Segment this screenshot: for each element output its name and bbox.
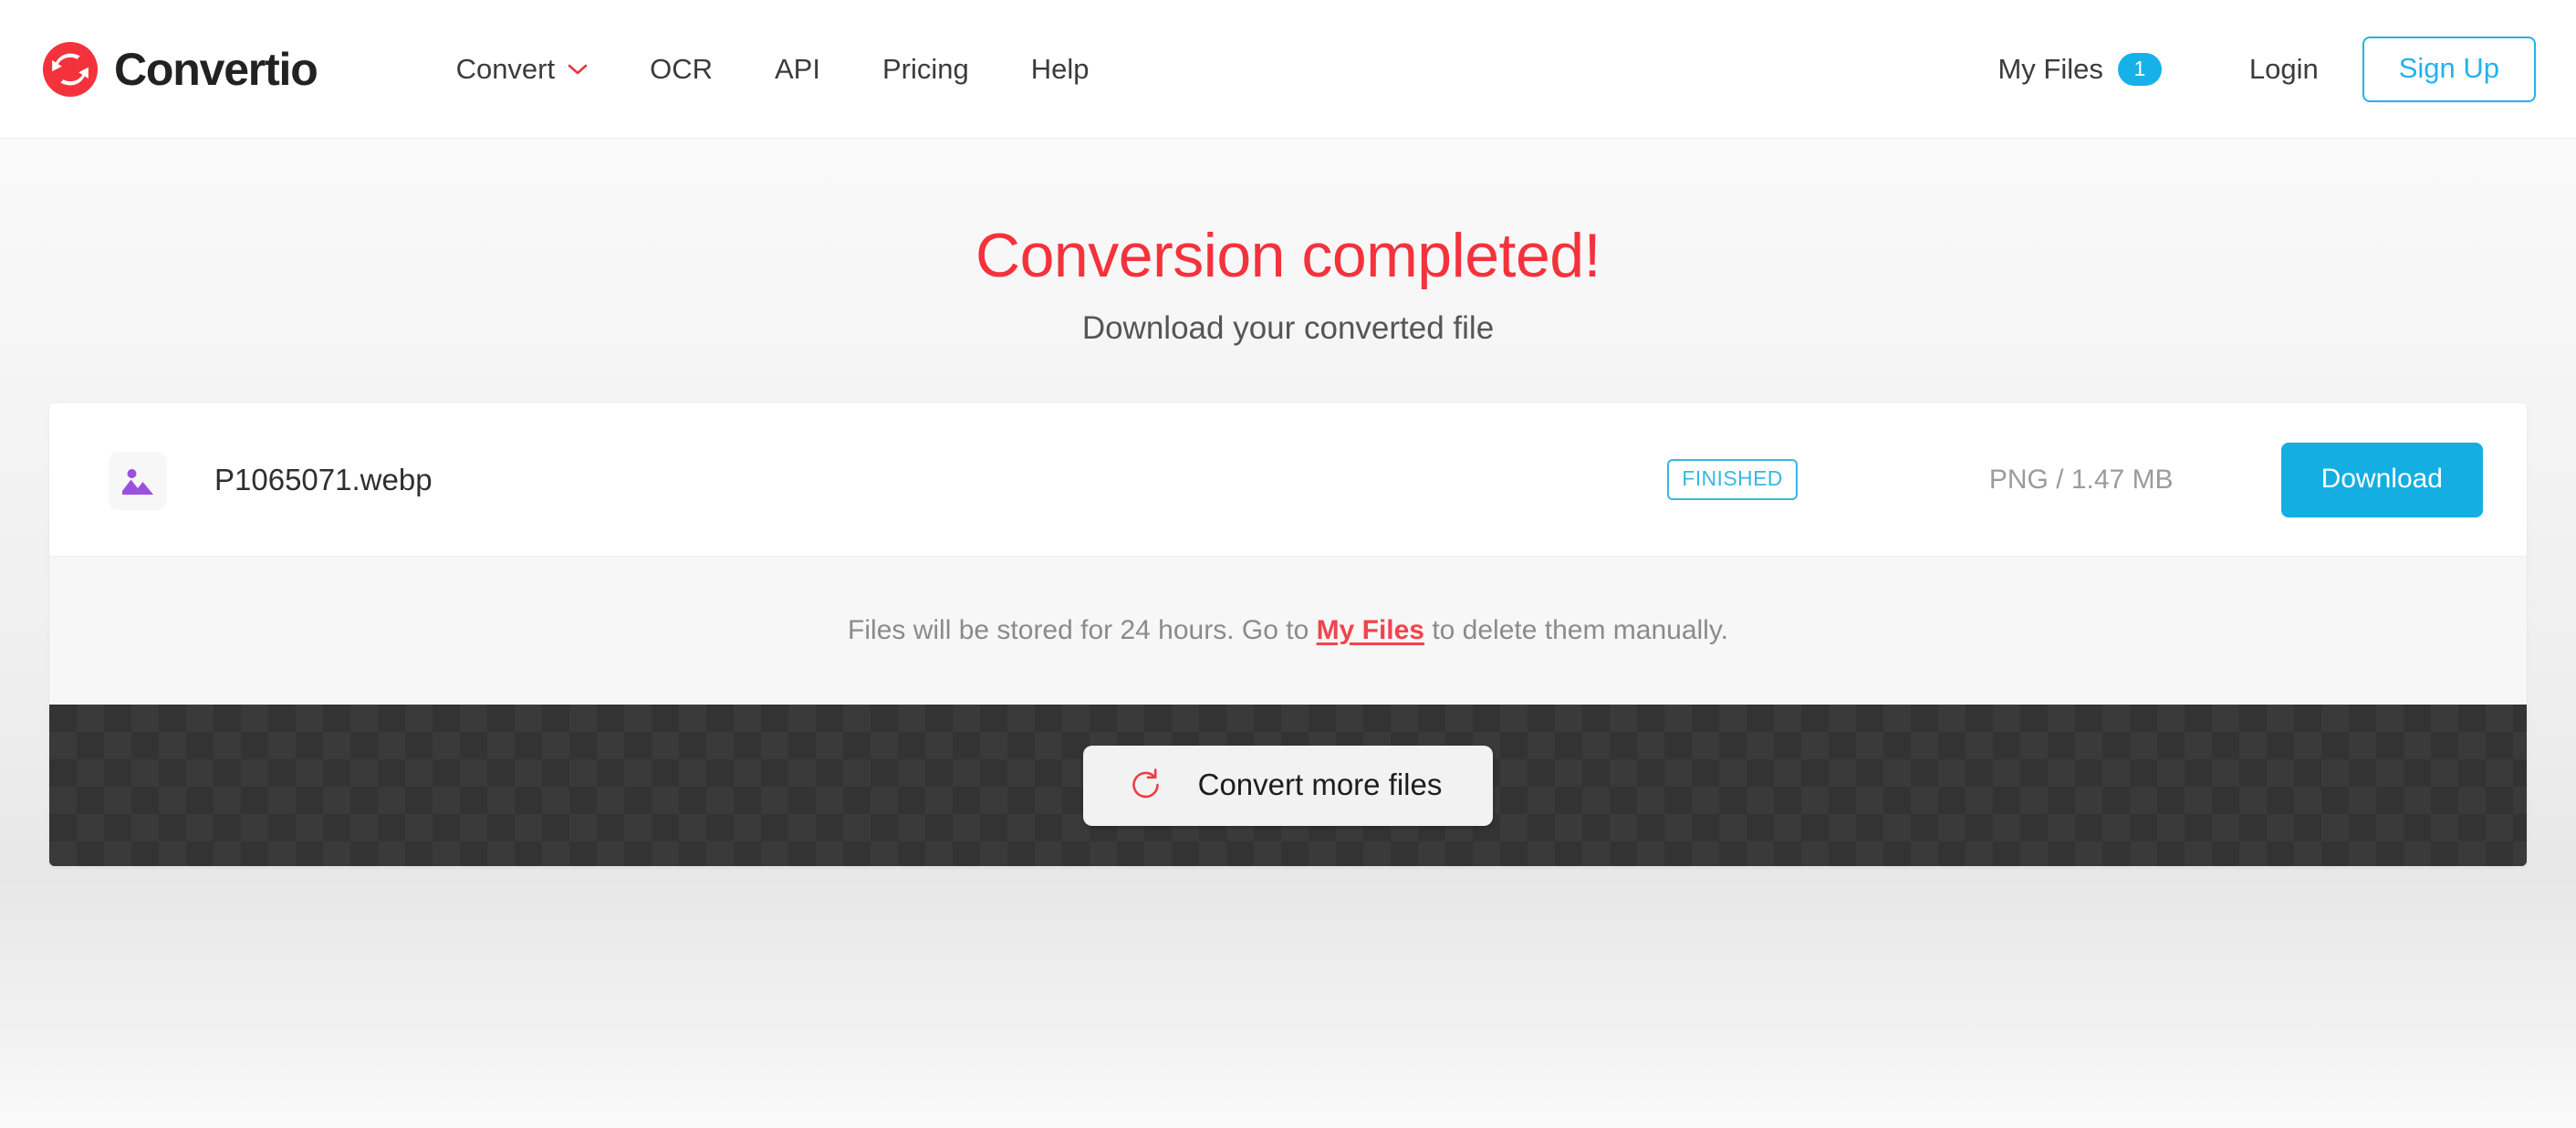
nav-item-convert[interactable]: Convert [425, 53, 620, 86]
site-header: Convertio Convert OCR API Pricing Help M… [0, 0, 2576, 139]
nav-item-help[interactable]: Help [1000, 53, 1121, 86]
nav-item-ocr-label: OCR [650, 52, 713, 85]
my-files-inline-link[interactable]: My Files [1317, 615, 1424, 645]
card-footer: Convert more files [49, 705, 2527, 866]
my-files-link[interactable]: My Files 1 [1997, 52, 2205, 86]
main-navigation: Convert OCR API Pricing Help [425, 53, 1121, 86]
brand-name: Convertio [114, 43, 318, 95]
conversion-result-card: P1065071.webp FINISHED PNG / 1.47 MB Dow… [49, 403, 2527, 866]
convert-more-files-label: Convert more files [1197, 767, 1443, 801]
nav-item-convert-label: Convert [455, 52, 556, 85]
file-meta: PNG / 1.47 MB [1988, 464, 2174, 495]
my-files-count-badge: 1 [2117, 52, 2162, 86]
nav-item-pricing[interactable]: Pricing [851, 53, 1000, 86]
page-subtitle: Download your converted file [1081, 310, 1495, 346]
brand-logo-link[interactable]: Convertio [42, 41, 318, 98]
nav-item-pricing-label: Pricing [881, 52, 969, 85]
file-row: P1065071.webp FINISHED PNG / 1.47 MB Dow… [49, 403, 2527, 556]
page-title: Conversion completed! [975, 221, 1601, 290]
login-link[interactable]: Login [2206, 53, 2362, 86]
header-user-actions: My Files 1 Login Sign Up [1997, 36, 2536, 102]
signup-button[interactable]: Sign Up [2362, 36, 2536, 102]
image-file-icon [110, 451, 166, 508]
main-content: Conversion completed! Download your conv… [0, 139, 2576, 866]
file-name: P1065071.webp [214, 462, 433, 496]
convert-more-files-button[interactable]: Convert more files [1082, 745, 1494, 826]
convertio-logo-icon [42, 41, 99, 98]
my-files-label: My Files [1997, 52, 2103, 85]
notice-text-after: to delete them manually. [1424, 615, 1728, 645]
nav-item-help-label: Help [1030, 52, 1090, 85]
storage-notice-text: Files will be stored for 24 hours. Go to… [848, 615, 1728, 646]
notice-text-before: Files will be stored for 24 hours. Go to [848, 615, 1317, 645]
nav-item-ocr[interactable]: OCR [619, 53, 744, 86]
status-badge: FINISHED [1667, 459, 1798, 500]
chevron-down-icon [568, 63, 588, 76]
refresh-icon [1129, 768, 1163, 802]
storage-notice-row: Files will be stored for 24 hours. Go to… [49, 556, 2527, 705]
nav-item-api-label: API [775, 52, 820, 85]
nav-item-api[interactable]: API [744, 53, 851, 86]
download-button[interactable]: Download [2280, 442, 2483, 517]
